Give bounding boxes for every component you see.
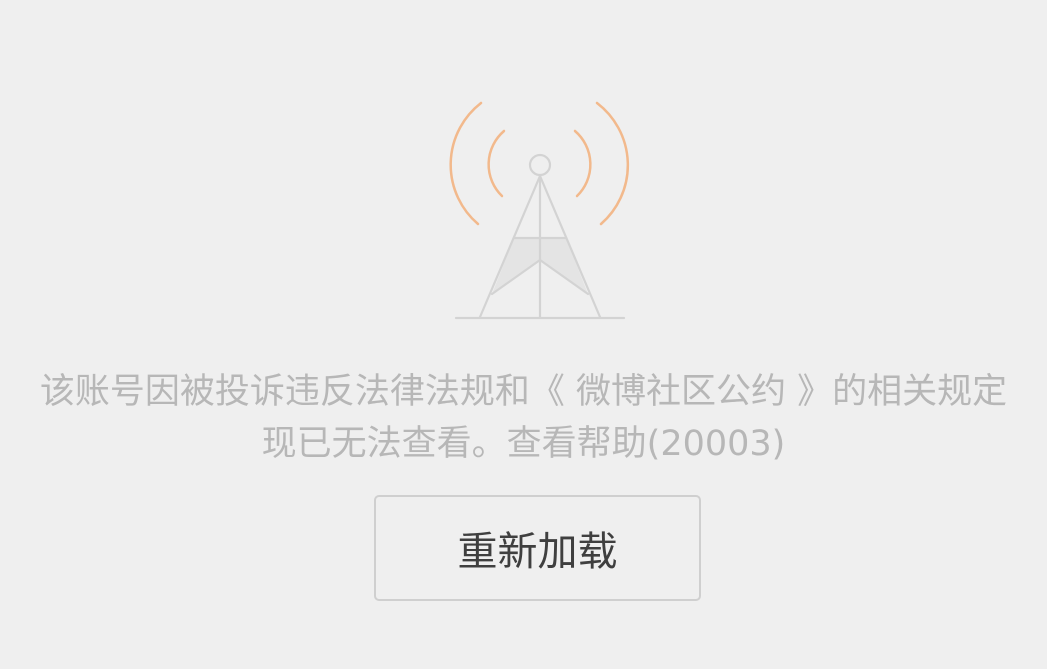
- signal-tower-icon: [449, 101, 630, 320]
- reload-button[interactable]: 重新加载: [374, 495, 701, 601]
- error-message: 该账号因被投诉违反法律法规和《 微博社区公约 》的相关规定 现已无法查看。查看帮…: [0, 366, 1047, 470]
- tower-structure: [454, 153, 626, 320]
- error-message-line-1: 该账号因被投诉违反法律法规和《 微博社区公约 》的相关规定: [39, 372, 1008, 412]
- error-message-line-2: 现已无法查看。查看帮助(20003): [261, 424, 786, 464]
- error-illustration: [0, 0, 1047, 340]
